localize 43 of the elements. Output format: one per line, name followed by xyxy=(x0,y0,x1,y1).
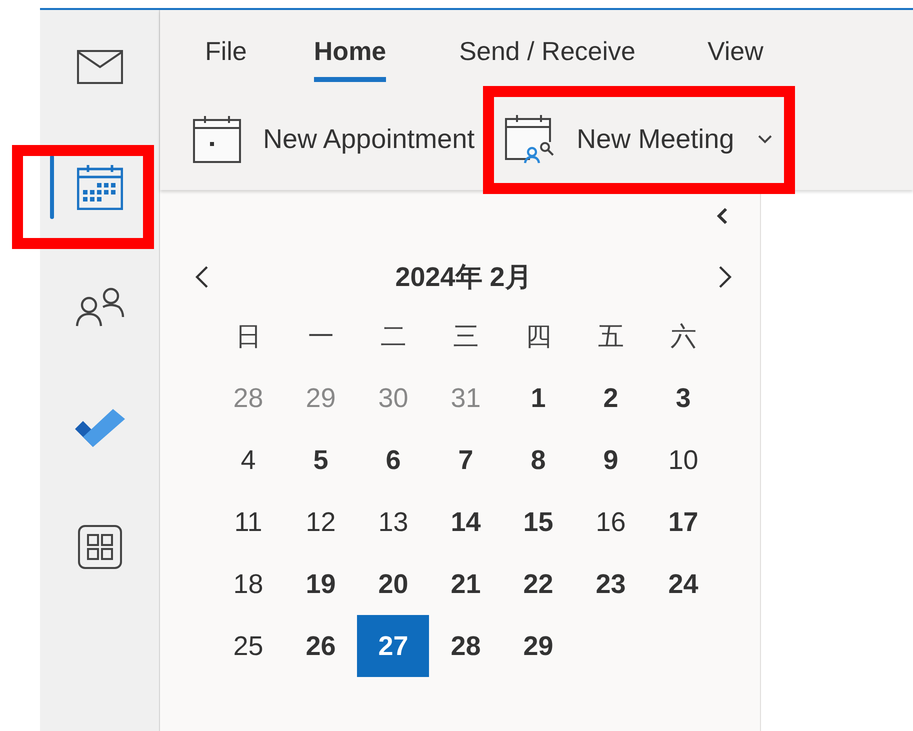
calendar-day[interactable]: 13 xyxy=(357,491,430,553)
weekday-label: 日 xyxy=(235,320,262,352)
ribbon-command-button[interactable]: New Appointment xyxy=(193,115,475,163)
calendar-day[interactable]: 21 xyxy=(430,553,502,615)
calendar-day[interactable]: 15 xyxy=(502,491,574,553)
weekday-label: 五 xyxy=(598,320,624,352)
weekday-label: 六 xyxy=(670,320,696,352)
calendar-day[interactable]: 28 xyxy=(430,615,502,677)
calendar-day[interactable]: 19 xyxy=(284,553,357,615)
weekday-label: 三 xyxy=(452,320,479,352)
ribbon-command-button[interactable]: New Meeting xyxy=(504,114,734,164)
ribbon-tab[interactable]: File xyxy=(190,28,262,82)
weekday-label: 二 xyxy=(380,320,406,352)
calendar-day[interactable]: 6 xyxy=(357,429,430,491)
calendar-day[interactable]: 4 xyxy=(212,429,284,491)
weekday-label: 一 xyxy=(308,320,334,352)
calendar-day[interactable]: 14 xyxy=(430,491,502,553)
calendar-day[interactable]: 25 xyxy=(212,615,284,677)
calendar-day[interactable]: 26 xyxy=(284,615,357,677)
calendar-day[interactable]: 12 xyxy=(284,491,357,553)
month-title: 2024年 2月 xyxy=(395,261,532,294)
calendar-day[interactable]: 11 xyxy=(212,491,284,553)
calendar-day[interactable]: 16 xyxy=(574,491,647,553)
ribbon-tab[interactable]: Home xyxy=(314,28,386,82)
calendar-day[interactable]: 17 xyxy=(647,491,720,553)
calendar-day[interactable]: 5 xyxy=(284,429,357,491)
calendar-day[interactable]: 27 xyxy=(357,615,430,677)
calendar-day[interactable]: 8 xyxy=(502,429,574,491)
calendar-day[interactable]: 3 xyxy=(647,367,720,429)
calendar-day[interactable]: 20 xyxy=(357,553,430,615)
calendar-day[interactable]: 18 xyxy=(212,553,284,615)
calendar-day[interactable]: 10 xyxy=(647,429,720,491)
weekday-label: 四 xyxy=(525,320,552,352)
calendar-day[interactable]: 7 xyxy=(430,429,502,491)
ribbon-tab[interactable]: View xyxy=(692,28,778,82)
ribbon-tab[interactable]: Send / Receive xyxy=(444,28,650,82)
calendar-day[interactable]: 24 xyxy=(647,553,720,615)
calendar-day[interactable]: 23 xyxy=(574,553,647,615)
calendar-day[interactable]: 2 xyxy=(574,367,647,429)
calendar-day[interactable]: 1 xyxy=(502,367,574,429)
calendar-day[interactable]: 29 xyxy=(502,615,574,677)
calendar-day[interactable]: 9 xyxy=(574,429,647,491)
calendar-day[interactable]: 22 xyxy=(502,553,574,615)
